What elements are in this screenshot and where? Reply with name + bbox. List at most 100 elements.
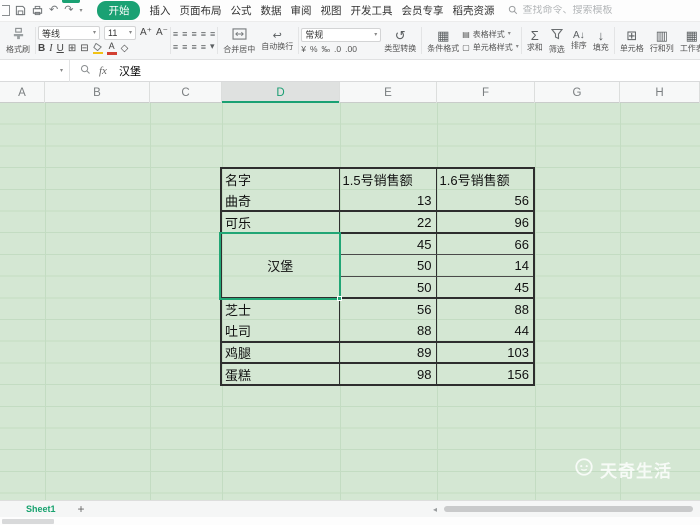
font-size-select[interactable]: 11 ▾ [104, 26, 136, 41]
column-header-d[interactable]: D [222, 82, 340, 103]
cell[interactable]: 96 [436, 211, 535, 235]
cell[interactable]: 45 [339, 233, 437, 256]
wrap-text-button[interactable]: ↩ 自动换行 [258, 24, 296, 57]
fill-color-button[interactable] [92, 42, 103, 55]
align-top-button[interactable]: ≡ [173, 29, 178, 39]
increase-decimal-button[interactable]: .0 [334, 44, 341, 54]
tab-review[interactable]: 审阅 [290, 3, 311, 18]
tab-page-layout[interactable]: 页面布局 [179, 3, 221, 18]
cell[interactable]: 88 [436, 298, 535, 320]
format-painter-button[interactable]: 格式刷 [3, 24, 33, 57]
merged-cell-hanbao[interactable]: 汉堡 [221, 233, 340, 300]
cell[interactable]: 14 [436, 254, 535, 277]
column-header-e[interactable]: E [340, 82, 437, 103]
conditional-format-button[interactable]: ▦ 条件格式 [424, 24, 462, 57]
fill-button[interactable]: ↓ 填充 [590, 24, 612, 57]
tab-home[interactable]: 开始 [97, 1, 141, 20]
cell[interactable]: 56 [436, 189, 535, 213]
bold-button[interactable]: B [38, 43, 45, 54]
decrease-indent-button[interactable]: ≡ [201, 29, 206, 39]
search-input[interactable] [522, 5, 643, 16]
add-sheet-button[interactable]: + [78, 503, 85, 515]
tab-data[interactable]: 数据 [260, 3, 281, 18]
tab-insert[interactable]: 插入 [149, 3, 170, 18]
cell[interactable]: 88 [339, 319, 437, 343]
cell[interactable]: 89 [339, 341, 437, 365]
cell-header-name[interactable]: 名字 [221, 168, 340, 190]
cell[interactable]: 13 [339, 189, 437, 213]
cell[interactable]: 156 [436, 363, 535, 386]
cell[interactable]: 50 [339, 276, 437, 300]
name-box[interactable]: ▾ [0, 59, 70, 82]
decrease-decimal-button[interactable]: .00 [345, 44, 357, 54]
print-icon[interactable] [32, 5, 43, 16]
justify-button[interactable]: ≡ [201, 42, 206, 52]
cell[interactable]: 芝士 [221, 298, 340, 320]
percent-button[interactable]: % [310, 44, 318, 54]
clear-format-button[interactable]: ◇ [121, 43, 129, 54]
cell-header-day15[interactable]: 1.5号销售额 [339, 168, 437, 190]
magnifier-icon[interactable] [80, 62, 91, 80]
orientation-button[interactable]: ▾ [210, 41, 215, 52]
align-center-button[interactable]: ≡ [182, 42, 187, 52]
font-name-select[interactable]: 等线 ▾ [38, 26, 100, 41]
merge-style-button[interactable]: ⊟ [80, 43, 88, 54]
cell[interactable]: 66 [436, 233, 535, 256]
rows-cols-button[interactable]: ▥ 行和列 [647, 24, 677, 57]
number-format-select[interactable]: 常规 ▾ [301, 27, 382, 42]
table-style-button[interactable]: ▤ 表格样式 ▾ [462, 29, 519, 40]
redo-icon[interactable]: ↷ [64, 5, 73, 16]
formula-content[interactable]: 汉堡 [119, 63, 141, 79]
type-convert-button[interactable]: ↺ 类型转换 [381, 24, 419, 57]
align-bottom-button[interactable]: ≡ [191, 29, 196, 39]
tab-view[interactable]: 视图 [320, 3, 341, 18]
fill-handle[interactable] [337, 296, 342, 301]
cell-style-button[interactable]: ▢ 单元格样式 ▾ [462, 42, 519, 53]
column-header-a[interactable]: A [0, 82, 45, 103]
name-box-input[interactable] [19, 65, 60, 76]
sort-button[interactable]: A↓ 排序 [568, 24, 590, 57]
undo-icon[interactable]: ↶ [49, 5, 58, 16]
cell[interactable]: 22 [339, 211, 437, 235]
merge-center-button[interactable]: 合并居中 [220, 24, 258, 57]
align-left-button[interactable]: ≡ [173, 42, 178, 52]
cell[interactable]: 50 [339, 254, 437, 277]
cell[interactable]: 103 [436, 341, 535, 365]
cell[interactable]: 曲奇 [221, 189, 340, 213]
cell[interactable]: 56 [339, 298, 437, 320]
column-header-f[interactable]: F [437, 82, 535, 103]
increase-indent-button[interactable]: ≡ [210, 29, 215, 39]
increase-font-button[interactable]: A⁺ [140, 28, 152, 38]
cell[interactable]: 98 [339, 363, 437, 386]
tab-formulas[interactable]: 公式 [230, 3, 251, 18]
tab-developer[interactable]: 开发工具 [350, 3, 392, 18]
font-color-button[interactable]: A [106, 42, 117, 55]
align-middle-button[interactable]: ≡ [182, 29, 187, 39]
permille-button[interactable]: ‰ [322, 44, 331, 54]
cell[interactable]: 鸡腿 [221, 341, 340, 365]
column-header-c[interactable]: C [150, 82, 222, 103]
column-header-h[interactable]: H [620, 82, 700, 103]
horizontal-scrollbar[interactable] [444, 506, 693, 512]
sum-button[interactable]: Σ 求和 [524, 24, 546, 57]
cell[interactable]: 吐司 [221, 319, 340, 343]
cell-header-day16[interactable]: 1.6号销售额 [436, 168, 535, 190]
align-right-button[interactable]: ≡ [191, 42, 196, 52]
fx-icon[interactable]: fx [99, 65, 107, 77]
quickbar-dropdown-icon[interactable]: ▾ [79, 8, 82, 14]
command-search[interactable] [508, 2, 643, 20]
decrease-font-button[interactable]: A⁻ [156, 28, 168, 38]
cell[interactable]: 可乐 [221, 211, 340, 235]
cells-button[interactable]: ⊞ 单元格 [617, 24, 647, 57]
tab-docer[interactable]: 稻壳资源 [452, 3, 494, 18]
cell[interactable]: 蛋糕 [221, 363, 340, 386]
scroll-left-icon[interactable]: ◂ [433, 505, 437, 514]
sheet-tab-sheet1[interactable]: Sheet1 [26, 504, 56, 514]
currency-button[interactable]: ¥ [301, 44, 306, 54]
column-header-b[interactable]: B [45, 82, 150, 103]
filter-button[interactable]: 筛选 [546, 24, 568, 57]
italic-button[interactable]: I [49, 43, 52, 54]
save-icon[interactable] [15, 5, 26, 16]
cell[interactable]: 44 [436, 319, 535, 343]
borders-button[interactable]: ⊞ [68, 43, 76, 54]
